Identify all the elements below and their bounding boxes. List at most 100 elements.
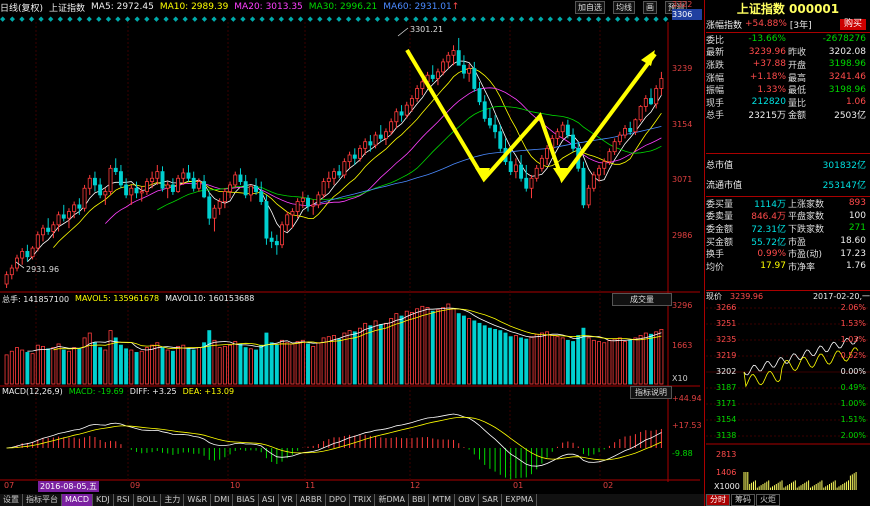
volume-bar	[67, 350, 71, 385]
tab-mtm[interactable]: MTM	[429, 494, 456, 506]
total-mktcap-value: 301832亿	[822, 160, 866, 171]
candle-body	[389, 121, 394, 133]
candle-body	[259, 191, 264, 202]
volume-bar	[295, 341, 300, 385]
ma60-value: MA60: 2931.01	[383, 2, 452, 12]
volume-bar	[30, 353, 35, 385]
intraday-vol-unit: X1000	[714, 482, 740, 491]
breadth-key2: 平盘家数	[788, 212, 825, 223]
tab-dpo[interactable]: DPO	[326, 494, 351, 506]
volume-bar	[430, 310, 435, 385]
candle-body	[560, 124, 565, 133]
breadth-key: 买金额	[706, 237, 734, 248]
intraday-date: 2017-02-20,一	[812, 292, 870, 301]
breadth-key: 换手	[706, 250, 725, 261]
candle-body	[108, 167, 113, 192]
volume-bar	[207, 330, 212, 385]
tab-boll[interactable]: BOLL	[134, 494, 162, 506]
intraday-axis-left: 3138	[716, 431, 737, 440]
market-cap-block: 总市值 301832亿 流通市值 253147亿	[706, 153, 870, 195]
volume-bar	[415, 308, 420, 385]
volume-bar	[571, 341, 576, 385]
tab-sar[interactable]: SAR	[479, 494, 503, 506]
tab-bbi[interactable]: BBI	[409, 494, 430, 506]
tab-macd[interactable]: MACD	[62, 494, 93, 506]
tab-trix[interactable]: TRIX	[350, 494, 376, 506]
draw-button[interactable]: 画	[643, 0, 657, 14]
candle-body	[493, 124, 498, 133]
tab-asi[interactable]: ASI	[259, 494, 279, 506]
volume-header: 总手: 141857100 MAVOL5: 135961678 MAVOL10:…	[2, 294, 254, 305]
time-axis: 07 2016-08-05,五 09 10 11 12 01 02	[0, 481, 700, 493]
candle-body	[368, 141, 373, 146]
tab-vr[interactable]: VR	[279, 494, 297, 506]
ma-toggle-button[interactable]: 均线	[613, 0, 635, 14]
volume-bar	[591, 339, 596, 385]
candle-body	[212, 207, 217, 219]
candle-body	[316, 194, 321, 206]
volume-bar	[306, 343, 310, 385]
tab-bias[interactable]: BIAS	[233, 494, 259, 506]
quote-key2: 金额	[788, 111, 807, 122]
candle-body	[144, 181, 149, 192]
kline-chart[interactable]: 3301.21 2931.96	[0, 22, 700, 492]
month-label: 09	[130, 481, 141, 490]
volume-bar	[243, 347, 248, 385]
volume-bar	[649, 333, 653, 385]
candle-body	[87, 177, 92, 189]
intraday-axis-right: 2.06%	[840, 303, 866, 312]
buy-button[interactable]: 购买	[839, 18, 866, 30]
volume-bar	[56, 343, 61, 385]
candle-body	[352, 154, 357, 159]
volume-bars	[4, 303, 664, 385]
tab-kdj[interactable]: KDJ	[93, 494, 114, 506]
tab-rsi[interactable]: RSI	[114, 494, 134, 506]
tab-torch[interactable]: 火炬	[756, 494, 780, 506]
volume-bar	[487, 327, 492, 385]
candle-body	[581, 167, 586, 206]
intraday-axis-right: 0.52%	[840, 351, 866, 360]
candle-body	[4, 274, 9, 285]
tab-intraday[interactable]: 分时	[706, 494, 730, 506]
volume-bar	[35, 344, 40, 385]
tab-main-force[interactable]: 主力	[161, 494, 185, 506]
volume-bar	[300, 339, 305, 385]
candle-body	[467, 68, 472, 74]
volume-bar	[467, 318, 472, 385]
tab-arbr[interactable]: ARBR	[297, 494, 326, 506]
volume-indicator-select[interactable]: 成交量	[612, 293, 672, 306]
candle-body	[92, 177, 97, 186]
candle-body	[529, 177, 534, 189]
volume-bar	[176, 345, 181, 385]
quote-val2: 3241.46	[828, 72, 866, 83]
tab-dmi[interactable]: DMI	[211, 494, 234, 506]
candle-body	[472, 68, 477, 89]
indicator-tabs: 设置 指标平台 MACD KDJ RSI BOLL 主力 W&R DMI BIA…	[0, 494, 706, 506]
diff-value: DIFF: +3.25	[129, 387, 177, 396]
tab-wr[interactable]: W&R	[184, 494, 212, 506]
tab-chips[interactable]: 筹码	[731, 494, 755, 506]
volume-bar	[264, 332, 269, 385]
add-watchlist-button[interactable]: 加自选	[575, 0, 605, 14]
high-leader	[397, 27, 409, 37]
candle-body	[150, 177, 155, 182]
quote-val2: -2678276	[822, 34, 866, 45]
tab-expma[interactable]: EXPMA	[502, 494, 538, 506]
candle-body	[508, 161, 513, 173]
period-label[interactable]: 日线(复权)	[0, 1, 43, 14]
tab-indicator-platform[interactable]: 指标平台	[23, 494, 62, 506]
tab-new-dma[interactable]: 新DMA	[375, 494, 410, 506]
volume-bar	[61, 349, 66, 385]
candle-body	[217, 201, 222, 209]
candle-body	[186, 172, 191, 179]
volume-bar	[498, 330, 503, 385]
candle-body	[321, 181, 326, 196]
tab-settings[interactable]: 设置	[0, 494, 23, 506]
indicator-help-button[interactable]: 指标说明	[630, 386, 672, 399]
candle-body	[477, 88, 482, 103]
volume-bar	[524, 338, 529, 385]
quote-val: +37.88	[752, 59, 786, 70]
volume-bar	[72, 347, 77, 385]
candle-body	[77, 204, 82, 209]
tab-obv[interactable]: OBV	[455, 494, 480, 506]
